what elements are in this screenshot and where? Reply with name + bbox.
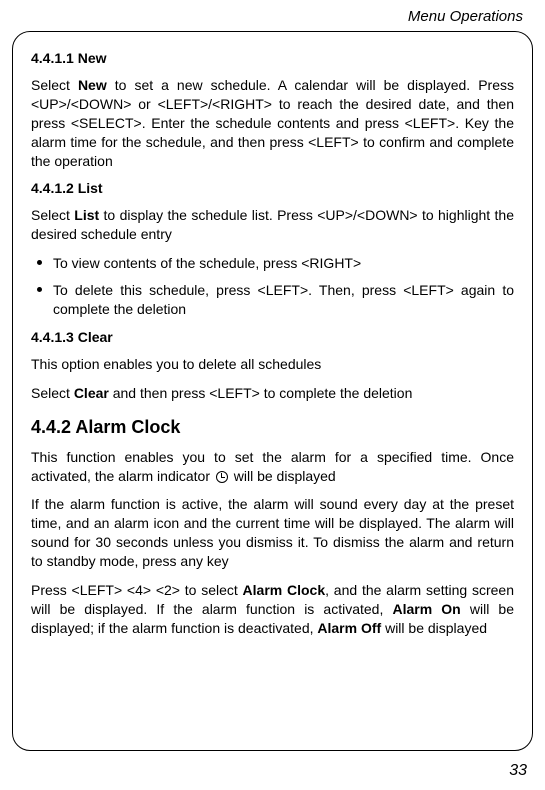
heading-list: 4.4.1.2 List [31, 180, 514, 196]
para-alarm-2: If the alarm function is active, the ala… [31, 495, 514, 571]
page-container: Menu Operations 4.4.1.1 New Select New t… [0, 0, 545, 790]
content-box: 4.4.1.1 New Select New to set a new sche… [12, 31, 533, 751]
para-clear-1: This option enables you to delete all sc… [31, 355, 514, 374]
heading-alarm-clock: 4.4.2 Alarm Clock [31, 417, 514, 438]
list-item: To delete this schedule, press <LEFT>. T… [31, 281, 514, 319]
text: and then press <LEFT> to complete the de… [109, 385, 413, 401]
text: Press <LEFT> <4> <2> to select [31, 582, 243, 598]
para-clear-2: Select Clear and then press <LEFT> to co… [31, 384, 514, 403]
para-alarm-3: Press <LEFT> <4> <2> to select Alarm Clo… [31, 581, 514, 638]
heading-clear: 4.4.1.3 Clear [31, 329, 514, 345]
header-title: Menu Operations [12, 8, 533, 25]
text: Select [31, 77, 78, 93]
bold-new: New [78, 77, 107, 93]
para-list: Select List to display the schedule list… [31, 206, 514, 244]
text: Select [31, 207, 74, 223]
page-number: 33 [509, 762, 527, 780]
text: to display the schedule list. Press <UP>… [31, 207, 514, 242]
bold-alarm-clock: Alarm Clock [243, 582, 326, 598]
text: will be displayed [230, 468, 336, 484]
clock-icon [216, 471, 228, 483]
para-new: Select New to set a new schedule. A cale… [31, 76, 514, 170]
bold-list: List [74, 207, 99, 223]
text: Select [31, 385, 74, 401]
heading-new: 4.4.1.1 New [31, 50, 514, 66]
list-item: To view contents of the schedule, press … [31, 254, 514, 273]
para-alarm-1: This function enables you to set the ala… [31, 448, 514, 486]
text: will be displayed [381, 620, 487, 636]
bold-clear: Clear [74, 385, 109, 401]
bold-alarm-on: Alarm On [392, 601, 460, 617]
bold-alarm-off: Alarm Off [317, 620, 381, 636]
list-bullets: To view contents of the schedule, press … [31, 254, 514, 319]
